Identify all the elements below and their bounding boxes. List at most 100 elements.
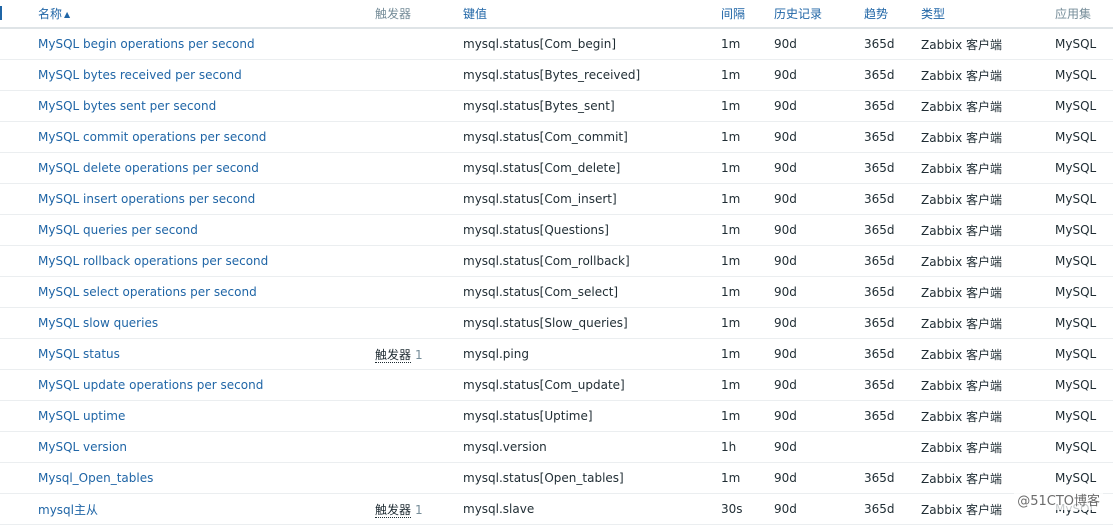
item-history: 90d	[774, 431, 864, 463]
item-history: 90d	[774, 369, 864, 401]
item-triggers-cell	[375, 245, 463, 277]
header-name[interactable]: 名称 ▲	[38, 0, 375, 29]
item-history: 90d	[774, 400, 864, 432]
table-row: MySQL commit operations per second mysql.…	[0, 121, 1113, 153]
item-name-cell: MySQL bytes sent per second	[38, 90, 375, 122]
sort-by-name-link[interactable]: 名称	[38, 7, 62, 21]
sort-by-interval-link[interactable]: 间隔	[721, 7, 745, 21]
item-interval: 1m	[721, 245, 774, 277]
item-name-link[interactable]: MySQL insert operations per second	[38, 192, 255, 206]
triggers-link[interactable]: 触发器	[375, 502, 412, 518]
item-name-cell: MySQL select operations per second	[38, 276, 375, 308]
item-trends: 365d	[864, 28, 921, 60]
item-history: 90d	[774, 152, 864, 184]
triggers-link[interactable]: 触发器	[375, 347, 412, 363]
row-select-cell	[0, 462, 38, 494]
item-triggers-cell	[375, 462, 463, 494]
item-key: mysql.status[Com_delete]	[463, 152, 721, 184]
item-name-cell: MySQL queries per second	[38, 214, 375, 246]
header-interval[interactable]: 间隔	[721, 0, 774, 29]
item-name-link[interactable]: MySQL version	[38, 440, 127, 454]
item-history: 90d	[774, 59, 864, 91]
item-triggers-cell	[375, 59, 463, 91]
item-application: MySQL	[1055, 338, 1113, 370]
item-name-link[interactable]: MySQL uptime	[38, 409, 125, 423]
row-select-cell	[0, 307, 38, 339]
item-name-link[interactable]: MySQL queries per second	[38, 223, 198, 237]
item-trends: 365d	[864, 152, 921, 184]
item-interval: 1m	[721, 369, 774, 401]
item-key: mysql.status[Com_begin]	[463, 28, 721, 60]
header-trends[interactable]: 趋势	[864, 0, 921, 29]
item-triggers-cell	[375, 152, 463, 184]
item-key: mysql.status[Com_commit]	[463, 121, 721, 153]
header-type[interactable]: 类型	[921, 0, 1055, 29]
header-key[interactable]: 键值	[463, 0, 721, 29]
item-name-link[interactable]: MySQL delete operations per second	[38, 161, 259, 175]
item-name-link[interactable]: MySQL begin operations per second	[38, 37, 255, 51]
item-triggers-cell	[375, 400, 463, 432]
item-history: 90d	[774, 338, 864, 370]
item-interval: 1m	[721, 121, 774, 153]
item-type: Zabbix 客户端	[921, 121, 1055, 153]
item-name-link[interactable]: MySQL bytes received per second	[38, 68, 242, 82]
item-interval: 1h	[721, 431, 774, 463]
row-select-cell	[0, 90, 38, 122]
item-name-link[interactable]: MySQL rollback operations per second	[38, 254, 268, 268]
table-row: MySQL delete operations per second mysql.…	[0, 152, 1113, 184]
header-history[interactable]: 历史记录	[774, 0, 864, 29]
item-trends: 365d	[864, 59, 921, 91]
item-application: MySQL	[1055, 276, 1113, 308]
item-name-link[interactable]: Mysql_Open_tables	[38, 471, 153, 485]
sort-by-type-link[interactable]: 类型	[921, 7, 945, 21]
item-trends: 365d	[864, 214, 921, 246]
item-name-cell: MySQL uptime	[38, 400, 375, 432]
item-key: mysql.status[Questions]	[463, 214, 721, 246]
row-select-cell	[0, 59, 38, 91]
table-row: MySQL uptime mysql.status[Uptime] 1m 90d 365…	[0, 400, 1113, 432]
trigger-count: 1	[415, 502, 423, 517]
item-name-link[interactable]: MySQL update operations per second	[38, 378, 263, 392]
item-history: 90d	[774, 90, 864, 122]
item-history: 90d	[774, 462, 864, 494]
item-name-link[interactable]: MySQL bytes sent per second	[38, 99, 216, 113]
item-type: Zabbix 客户端	[921, 431, 1055, 463]
item-type: Zabbix 客户端	[921, 90, 1055, 122]
item-triggers-cell	[375, 307, 463, 339]
item-history: 90d	[774, 214, 864, 246]
item-application: MySQL	[1055, 152, 1113, 184]
sort-by-history-link[interactable]: 历史记录	[774, 7, 822, 21]
item-interval: 1m	[721, 183, 774, 215]
item-key: mysql.status[Open_tables]	[463, 462, 721, 494]
item-key: mysql.status[Com_select]	[463, 276, 721, 308]
item-interval: 1m	[721, 307, 774, 339]
item-application: MySQL	[1055, 245, 1113, 277]
table-row: MySQL status 触发器 1 mysql.ping 1m 90d 365d Zabbi…	[0, 338, 1113, 370]
item-name-cell: MySQL insert operations per second	[38, 183, 375, 215]
table-row: MySQL bytes received per second mysql.sta…	[0, 59, 1113, 91]
item-name-link[interactable]: MySQL commit operations per second	[38, 130, 266, 144]
item-history: 90d	[774, 28, 864, 60]
item-name-link[interactable]: MySQL select operations per second	[38, 285, 257, 299]
sort-by-trends-link[interactable]: 趋势	[864, 7, 888, 21]
item-trends: 365d	[864, 462, 921, 494]
item-interval: 1m	[721, 462, 774, 494]
item-name-link[interactable]: mysql主从	[38, 503, 98, 517]
item-history: 90d	[774, 121, 864, 153]
item-type: Zabbix 客户端	[921, 369, 1055, 401]
row-select-cell	[0, 183, 38, 215]
table-row: Mysql_Open_tables mysql.status[Open_table…	[0, 462, 1113, 494]
item-application: MySQL	[1055, 90, 1113, 122]
item-application: MySQL	[1055, 59, 1113, 91]
sort-by-key-link[interactable]: 键值	[463, 7, 487, 21]
items-table: 名称 ▲ 触发器 键值 间隔 历史记录 趋势 类型 应用集 MySQL begin…	[0, 0, 1113, 525]
table-row: MySQL rollback operations per second mysq…	[0, 245, 1113, 277]
item-key: mysql.status[Com_insert]	[463, 183, 721, 215]
item-name-link[interactable]: MySQL status	[38, 347, 120, 361]
table-row: MySQL insert operations per second mysql.…	[0, 183, 1113, 215]
row-select-cell	[0, 121, 38, 153]
item-name-link[interactable]: MySQL slow queries	[38, 316, 158, 330]
item-application: MySQL	[1055, 307, 1113, 339]
row-select-cell	[0, 245, 38, 277]
item-triggers-cell	[375, 90, 463, 122]
